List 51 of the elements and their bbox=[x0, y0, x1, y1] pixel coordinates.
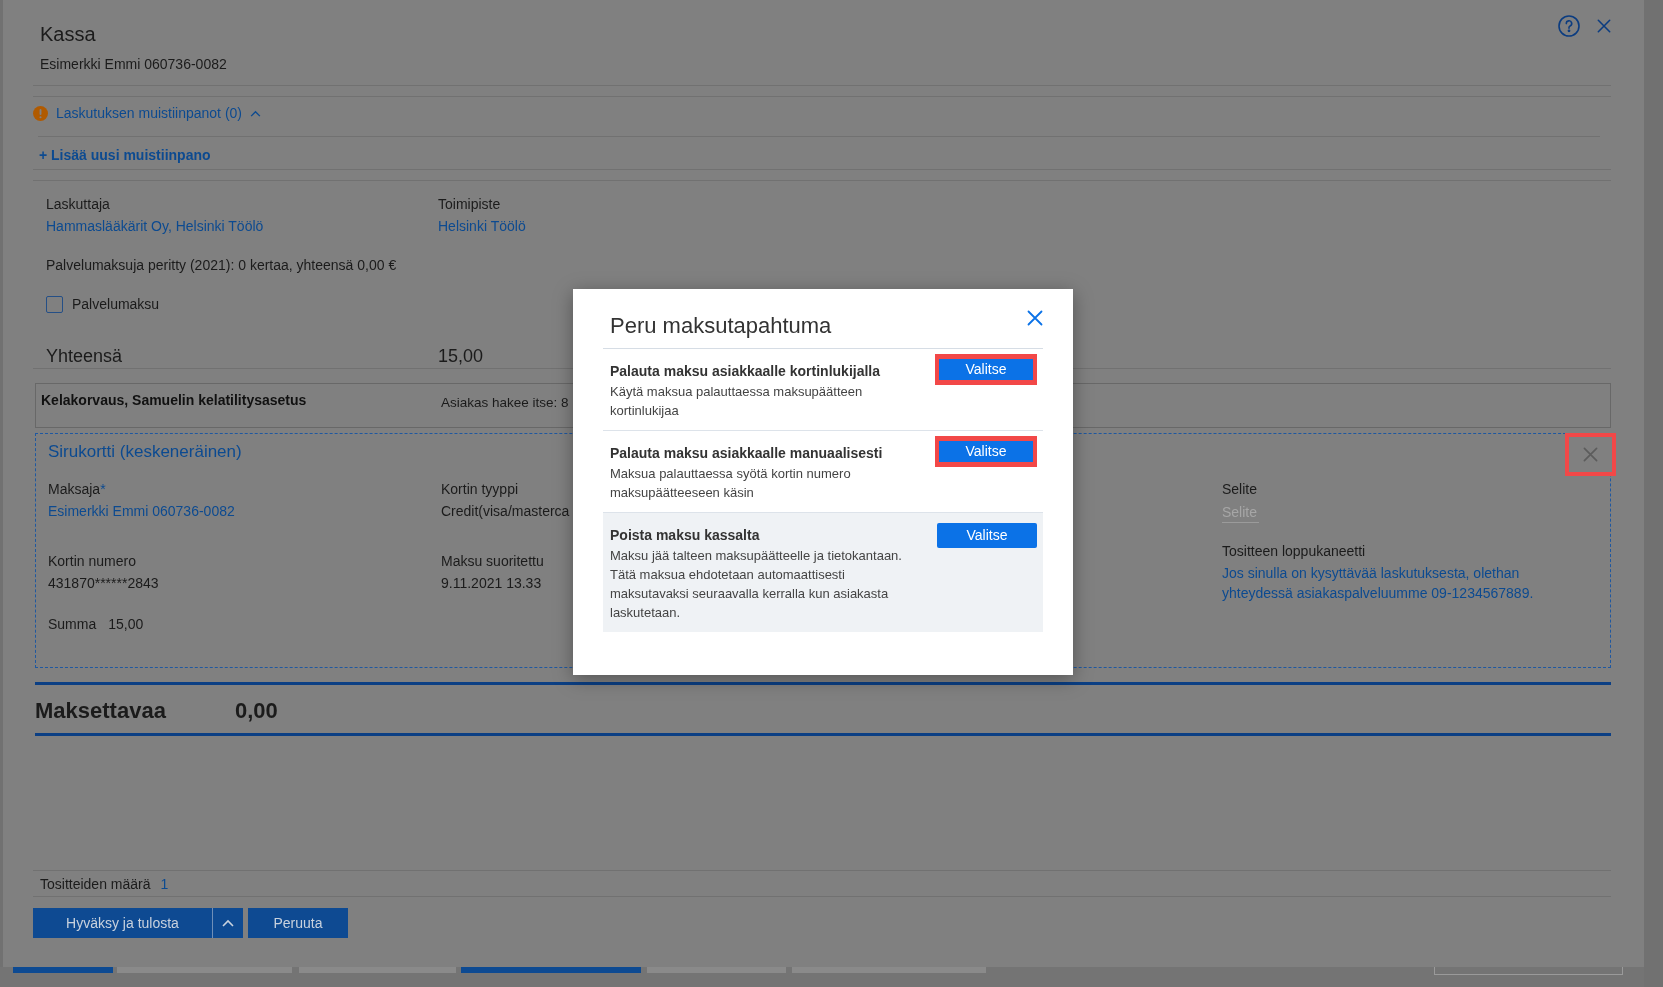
receipt-note: Jos sinulla on kysyttävää laskutuksesta, olethan yhteydessä asiakaspalveluumme 09-1234567889. bbox=[1222, 564, 1535, 603]
reimbursement-info: Asiakas hakee itse: 8 bbox=[441, 394, 569, 412]
option-description: Maksua palauttaessa syötä kortin numero maksupäätteeseen käsin bbox=[610, 465, 852, 502]
option-title: Palauta maksu asiakkaalle kortinlukijalla bbox=[610, 362, 881, 380]
close-button[interactable] bbox=[1027, 310, 1043, 326]
receipt-count-label: Tositteiden määrä bbox=[40, 874, 151, 894]
reimbursement-title: Kelakorvaus, Samuelin kelatilitysasetus bbox=[41, 391, 307, 410]
field-value: 431870******2843 bbox=[48, 574, 159, 593]
warning-icon bbox=[33, 105, 48, 121]
chevron-up-icon bbox=[222, 919, 234, 927]
receipt-count-value: 1 bbox=[160, 874, 169, 894]
checkbox[interactable] bbox=[46, 295, 63, 313]
checkbox-label: Palvelumaksu bbox=[72, 295, 160, 314]
option-title: Poista maksu kassalta bbox=[610, 526, 760, 544]
select-button[interactable]: Valitse bbox=[939, 441, 1033, 462]
service-fee-summary: Palvelumaksuja peritty (2021): 0 kertaa, yhteensä 0,00 € bbox=[46, 256, 397, 275]
field-label: Selite bbox=[1222, 480, 1258, 499]
close-icon bbox=[1597, 19, 1611, 33]
cancel-button[interactable]: Peruuta bbox=[248, 908, 348, 938]
select-button[interactable]: Valitse bbox=[937, 523, 1037, 548]
more-options-button[interactable] bbox=[212, 908, 243, 938]
payment-title: Sirukortti (keskeneräinen) bbox=[48, 441, 242, 463]
field-label: Kortin numero bbox=[48, 552, 136, 571]
field-value: Credit(visa/masterca bbox=[441, 502, 570, 521]
amount-due-label: Maksettavaa bbox=[35, 697, 167, 725]
field-label: Maksaja bbox=[48, 480, 101, 499]
field-label: Tositteen loppukaneetti bbox=[1222, 542, 1366, 561]
option-title: Palauta maksu asiakkaalle manuaalisesti bbox=[610, 444, 883, 462]
option-description: Maksu jää talteen maksupäätteelle ja tietokantaan. Tätä maksua ehdotetaan automaattisesti maksutavaksi seuraavalla kerralla kun asiakasta laskutetaan. bbox=[610, 547, 903, 622]
field-label: Summa bbox=[48, 615, 97, 634]
option-description: Käytä maksua palauttaessa maksupäätteen kortinlukijaa bbox=[610, 383, 864, 420]
close-button[interactable] bbox=[1597, 19, 1611, 33]
total-value: 15,00 bbox=[438, 345, 484, 368]
field-label: Toimipiste bbox=[438, 195, 501, 214]
required-mark: * bbox=[100, 480, 106, 499]
dialog-title: Peru maksutapahtuma bbox=[609, 312, 832, 340]
help-button[interactable] bbox=[1558, 15, 1580, 37]
total-label: Yhteensä bbox=[46, 345, 123, 368]
approve-print-button[interactable]: Hyväksy ja tulosta bbox=[33, 908, 212, 938]
window-title: Kassa bbox=[40, 22, 96, 47]
close-icon bbox=[1583, 447, 1598, 462]
field-label: Kortin tyyppi bbox=[441, 480, 519, 499]
help-icon bbox=[1558, 15, 1580, 37]
field-label: Maksu suoritettu bbox=[441, 552, 544, 571]
field-label: Laskuttaja bbox=[46, 195, 110, 214]
field-value: 9.11.2021 13.33 bbox=[441, 574, 542, 593]
customer-name: Esimerkki Emmi 060736-0082 bbox=[40, 55, 227, 74]
field-value: 15,00 bbox=[108, 615, 144, 634]
select-button[interactable]: Valitse bbox=[939, 359, 1033, 380]
amount-due-value: 0,00 bbox=[235, 697, 278, 725]
close-icon bbox=[1027, 310, 1043, 326]
